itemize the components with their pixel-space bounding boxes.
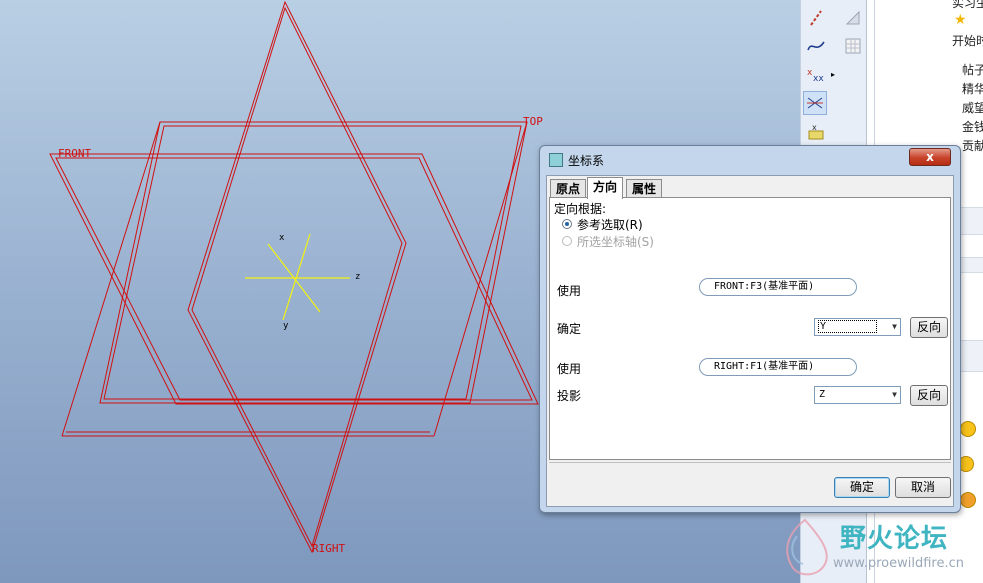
flip-axis-1-button[interactable]: 反向 <box>910 317 948 338</box>
y-axis-label: y <box>283 321 289 331</box>
analysis-icon[interactable]: x <box>804 120 828 144</box>
tab-origin[interactable]: 原点 <box>550 179 587 198</box>
stat-money[interactable]: 金钱 <box>962 118 983 135</box>
flip-axis-2-button[interactable]: 反向 <box>910 385 948 406</box>
stat-contribution[interactable]: 贡献 <box>962 137 983 154</box>
dialog-titlebar[interactable]: 坐标系 x <box>540 146 960 174</box>
start-time-label: 开始时 <box>952 34 983 48</box>
datum-point-icon[interactable]: x xx <box>804 62 828 86</box>
dialog-title: 坐标系 <box>568 154 605 168</box>
tab-properties[interactable]: 属性 <box>626 179 663 198</box>
flame-logo-icon <box>786 518 828 576</box>
svg-text:xx: xx <box>813 74 824 84</box>
coordinate-system-icon[interactable] <box>803 91 827 115</box>
sketch-line-icon[interactable] <box>804 6 828 30</box>
projection-axis-value: Z <box>819 389 826 400</box>
use-reference-1-field[interactable]: FRONT:F3(基准平面) <box>699 278 857 296</box>
stat-posts[interactable]: 帖子 <box>962 61 983 78</box>
svg-text:x: x <box>812 123 817 132</box>
orient-by-label: 定向根据: <box>554 202 607 216</box>
dialog-separator <box>549 462 951 463</box>
select-icon[interactable] <box>841 6 865 30</box>
right-plane-label: RIGHT <box>312 542 345 555</box>
grid-icon[interactable] <box>841 34 865 58</box>
dialog-body: 原点 方向 属性 定向根据: 参考选取(R) 所选坐标轴(S) 使用 FRONT… <box>546 175 954 507</box>
front-plane-label: FRONT <box>58 147 91 160</box>
flyout-arrow-icon[interactable]: ▸ <box>831 70 835 79</box>
dialog-app-icon <box>549 153 563 167</box>
cancel-button[interactable]: 取消 <box>895 477 951 498</box>
coordinate-system-dialog: 坐标系 x 原点 方向 属性 定向根据: 参考选取(R) 所选坐标轴(S) 使用… <box>539 145 961 513</box>
chevron-down-icon: ▼ <box>892 390 897 399</box>
chevron-down-icon: ▼ <box>892 322 897 331</box>
use-reference-2-label: 使用 <box>557 362 582 376</box>
determine-axis-value: Y <box>817 320 878 333</box>
x-axis-label: x <box>279 233 285 243</box>
spline-icon[interactable] <box>804 34 828 58</box>
user-rank: 实习生 <box>952 0 983 10</box>
selected-axes-radio[interactable] <box>562 236 572 246</box>
projection-axis-select[interactable]: Z ▼ <box>814 386 901 404</box>
watermark-title: 野火论坛 <box>840 524 949 554</box>
z-axis-label: z <box>355 272 360 282</box>
smiley-emoji-icon[interactable] <box>960 421 976 437</box>
reference-select-radio[interactable] <box>562 219 572 229</box>
watermark-url: www.proewildfire.cn <box>833 556 964 571</box>
tab-orientation[interactable]: 方向 <box>587 177 624 199</box>
orientation-pane: 定向根据: 参考选取(R) 所选坐标轴(S) 使用 FRONT:F3(基准平面)… <box>549 197 951 460</box>
top-plane-label: TOP <box>523 115 543 128</box>
coordinate-system-preview[interactable] <box>245 233 350 321</box>
stat-digest[interactable]: 精华 <box>962 80 983 97</box>
use-reference-2-field[interactable]: RIGHT:F1(基准平面) <box>699 358 857 376</box>
angry-emoji-icon[interactable] <box>960 492 976 508</box>
determine-axis-select[interactable]: Y ▼ <box>814 318 901 336</box>
selected-axes-label[interactable]: 所选坐标轴(S) <box>577 233 654 250</box>
stat-prestige[interactable]: 威望 <box>962 99 983 116</box>
ok-button[interactable]: 确定 <box>834 477 890 498</box>
star-icon: ★ <box>954 12 967 28</box>
determine-axis-label: 确定 <box>557 322 582 336</box>
use-reference-1-label: 使用 <box>557 284 582 298</box>
close-button[interactable]: x <box>909 148 951 166</box>
reference-select-label[interactable]: 参考选取(R) <box>577 216 643 233</box>
forum-watermark: 野火论坛 www.proewildfire.cn <box>775 516 983 583</box>
projection-axis-label: 投影 <box>557 389 582 403</box>
